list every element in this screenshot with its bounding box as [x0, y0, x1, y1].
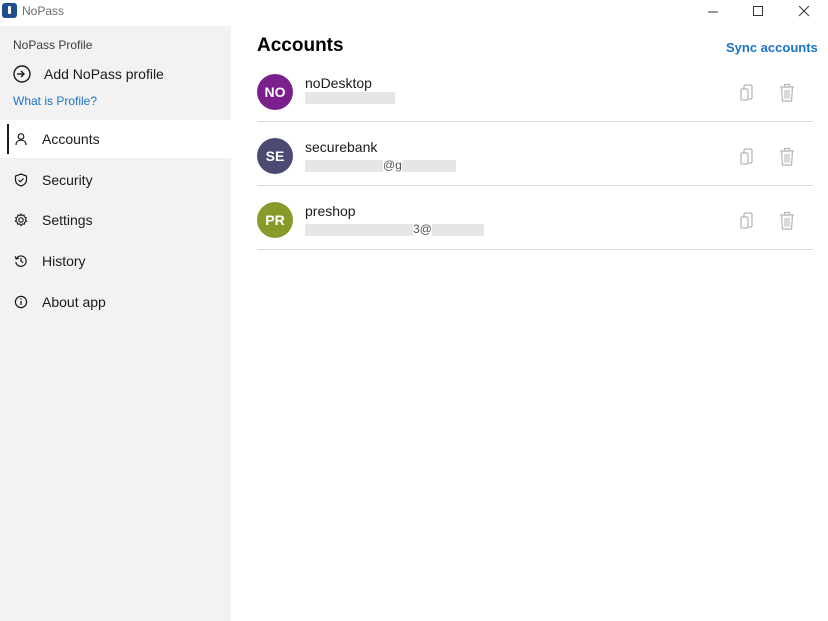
person-icon — [15, 133, 27, 146]
email-visible-fragment: @g — [383, 158, 402, 172]
trash-icon — [780, 211, 794, 230]
copy-device-icon — [740, 148, 753, 165]
avatar: PR — [257, 202, 293, 238]
what-is-profile-link[interactable]: What is Profile? — [13, 94, 97, 108]
copy-credentials-button[interactable] — [739, 83, 757, 103]
copy-credentials-button[interactable] — [739, 211, 757, 231]
sidebar-item-security[interactable]: Security — [0, 161, 231, 199]
copy-device-icon — [740, 212, 753, 229]
add-profile-label: Add NoPass profile — [44, 66, 164, 82]
account-name: preshop — [305, 203, 356, 219]
sidebar-item-label: History — [42, 253, 86, 269]
redacted-email — [305, 91, 395, 104]
redacted-email — [305, 223, 413, 236]
delete-account-button[interactable] — [778, 147, 796, 167]
account-name: noDesktop — [305, 75, 372, 91]
sidebar-item-history[interactable]: History — [0, 242, 231, 280]
sync-accounts-link[interactable]: Sync accounts — [726, 40, 818, 55]
window-title: NoPass — [22, 4, 65, 18]
account-row[interactable]: PR preshop 3@ — [257, 186, 813, 250]
sidebar-item-label: Accounts — [42, 131, 100, 147]
trash-icon — [780, 147, 794, 166]
account-name: securebank — [305, 139, 378, 155]
sidebar-item-label: About app — [42, 294, 106, 310]
redacted-email — [305, 159, 383, 172]
info-icon — [14, 295, 28, 309]
avatar: SE — [257, 138, 293, 174]
page-title: Accounts — [257, 35, 344, 56]
redacted-email — [401, 159, 456, 172]
copy-device-icon — [740, 84, 753, 101]
account-row[interactable]: NO noDesktop — [257, 58, 813, 122]
minimize-button[interactable] — [690, 0, 736, 22]
copy-credentials-button[interactable] — [739, 147, 757, 167]
minimize-icon — [708, 11, 718, 13]
maximize-icon — [753, 6, 763, 16]
add-profile-button[interactable]: Add NoPass profile — [12, 62, 164, 86]
title-bar: NoPass — [0, 0, 828, 22]
sidebar-item-settings[interactable]: Settings — [0, 201, 231, 239]
delete-account-button[interactable] — [778, 83, 796, 103]
trash-icon — [780, 83, 794, 102]
close-button[interactable] — [781, 0, 827, 22]
sidebar-item-label: Security — [42, 172, 93, 188]
account-email: 3@ — [305, 222, 484, 236]
delete-account-button[interactable] — [778, 211, 796, 231]
sign-in-icon — [13, 65, 31, 83]
gear-icon — [14, 213, 28, 227]
sidebar-item-accounts[interactable]: Accounts — [0, 120, 231, 158]
redacted-email — [431, 223, 484, 236]
email-visible-fragment: 3@ — [413, 222, 432, 236]
nopass-logo-icon — [2, 3, 17, 18]
sidebar-item-label: Settings — [42, 212, 93, 228]
close-icon — [798, 5, 810, 17]
history-icon — [14, 255, 27, 267]
profile-heading: NoPass Profile — [13, 38, 93, 52]
sidebar-item-about[interactable]: About app — [0, 283, 231, 321]
sidebar: NoPass Profile Add NoPass profile What i… — [0, 26, 231, 621]
account-email — [305, 90, 395, 104]
account-row[interactable]: SE securebank @g — [257, 122, 813, 186]
shield-icon — [14, 173, 28, 187]
maximize-button[interactable] — [735, 0, 781, 22]
avatar: NO — [257, 74, 293, 110]
account-email: @g — [305, 158, 456, 172]
